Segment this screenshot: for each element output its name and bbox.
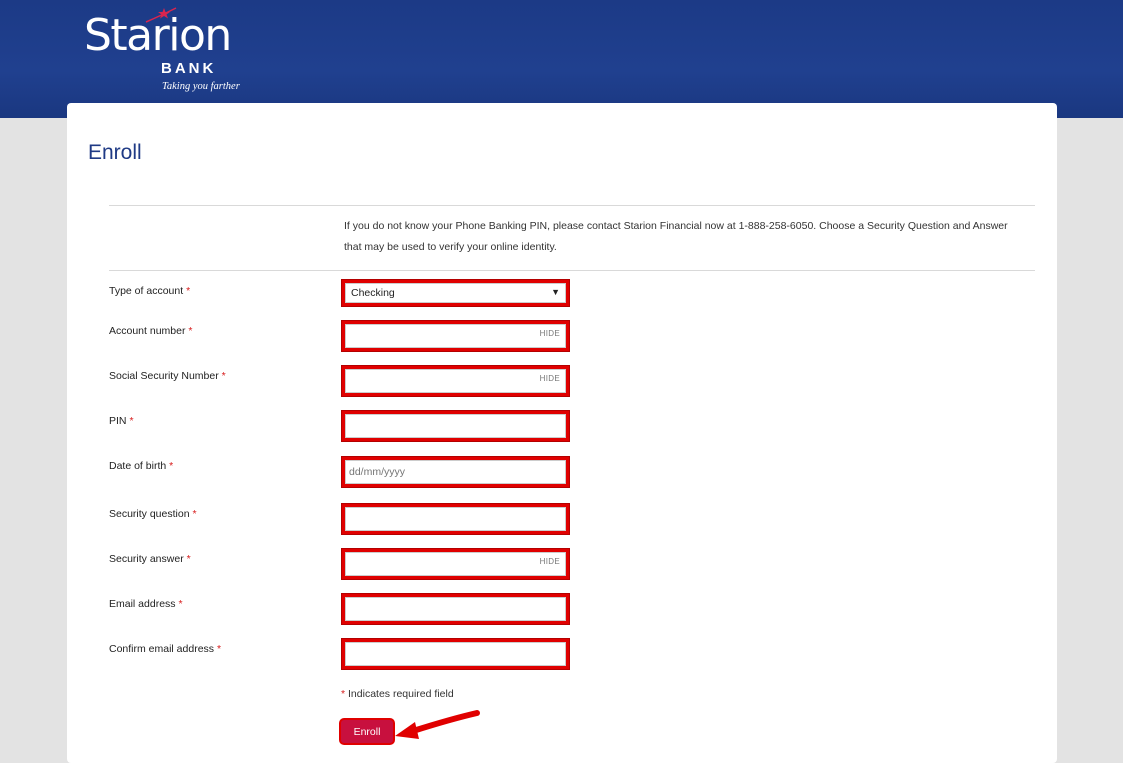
confirm-email-input[interactable] <box>345 642 566 666</box>
hide-toggle[interactable]: HIDE <box>540 374 560 383</box>
security-answer-input[interactable] <box>345 552 566 576</box>
confirm-email-field[interactable] <box>342 639 569 669</box>
intro-text: If you do not know your Phone Banking PI… <box>344 220 1008 253</box>
divider <box>109 270 1035 271</box>
starion-bank-logo[interactable]: Starion BANK Taking you farther <box>84 7 254 98</box>
account-type-label: Type of account * <box>109 285 191 297</box>
divider <box>109 205 1035 206</box>
dob-field[interactable] <box>342 457 569 487</box>
email-field[interactable] <box>342 594 569 624</box>
account-number-input[interactable] <box>345 324 566 348</box>
security-question-input[interactable] <box>345 507 566 531</box>
email-input[interactable] <box>345 597 566 621</box>
security-question-label: Security question * <box>109 508 197 520</box>
hide-toggle[interactable]: HIDE <box>540 557 560 566</box>
logo-bank: BANK <box>161 60 217 77</box>
annotation-arrow-icon <box>395 710 480 739</box>
required-field-note: * Indicates required field <box>341 688 454 700</box>
enroll-card: Enroll If you do not know your Phone Ban… <box>67 103 1057 763</box>
enroll-button[interactable]: Enroll <box>341 720 393 743</box>
email-label: Email address * <box>109 598 183 610</box>
dob-label: Date of birth * <box>109 460 174 472</box>
ssn-field[interactable]: HIDE <box>342 366 569 396</box>
pin-field[interactable] <box>342 411 569 441</box>
ssn-label: Social Security Number * <box>109 370 226 382</box>
page-title: Enroll <box>88 141 142 164</box>
dropdown-arrow-icon: ▼ <box>551 287 560 297</box>
security-answer-label: Security answer * <box>109 553 191 565</box>
star-icon <box>145 7 177 23</box>
account-type-select[interactable]: Checking ▼ <box>342 280 569 306</box>
security-question-field[interactable] <box>342 504 569 534</box>
hide-toggle[interactable]: HIDE <box>540 329 560 338</box>
ssn-input[interactable] <box>345 369 566 393</box>
page-header: Starion BANK Taking you farther <box>0 0 1123 118</box>
account-type-value: Checking <box>351 287 395 299</box>
dob-input[interactable] <box>345 460 566 484</box>
pin-input[interactable] <box>345 414 566 438</box>
account-number-field[interactable]: HIDE <box>342 321 569 351</box>
logo-tagline: Taking you farther <box>162 81 240 92</box>
confirm-email-label: Confirm email address * <box>109 643 222 655</box>
security-answer-field[interactable]: HIDE <box>342 549 569 579</box>
pin-label: PIN * <box>109 415 134 427</box>
account-number-label: Account number * <box>109 325 193 337</box>
